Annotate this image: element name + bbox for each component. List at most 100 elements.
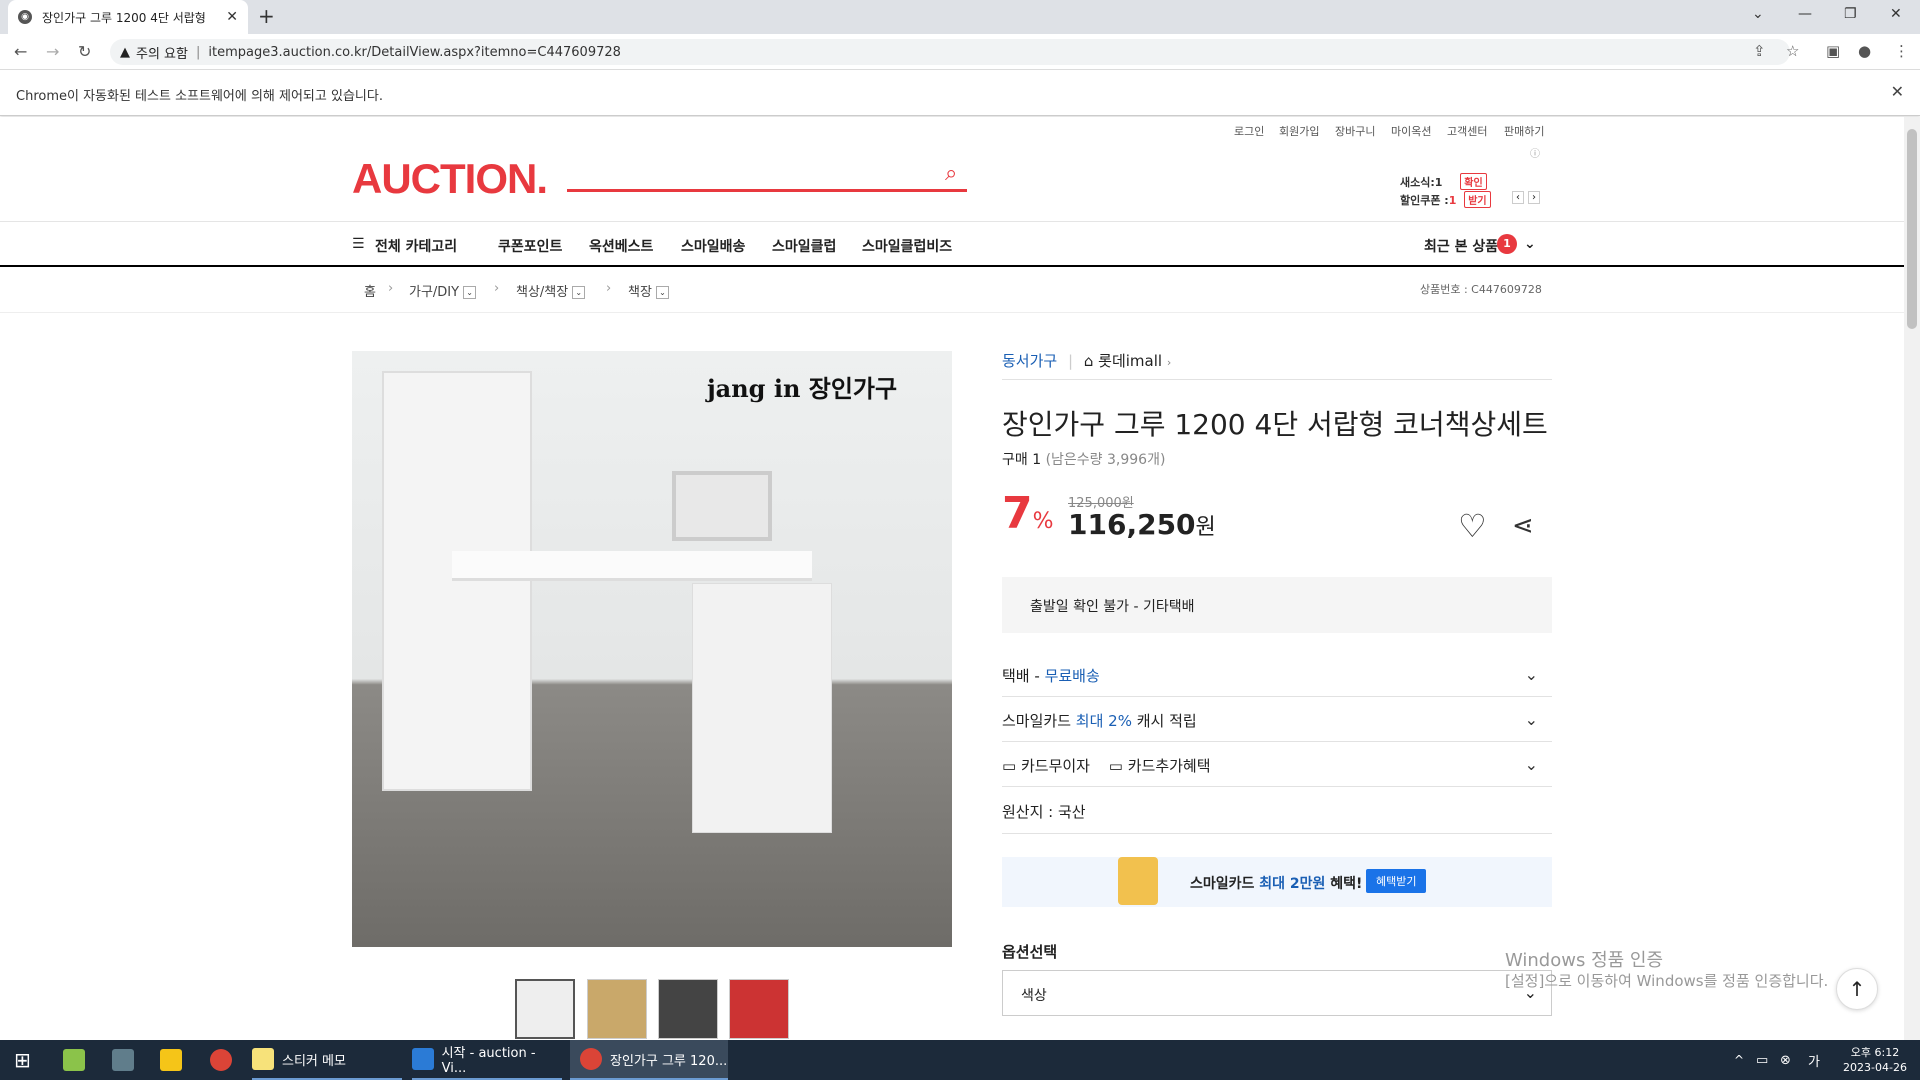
infobar-close-icon[interactable]: ✕: [1891, 82, 1904, 101]
breadcrumb-bookcase-label: 책장: [628, 285, 652, 300]
alarm-check-button[interactable]: 확인: [1460, 173, 1487, 190]
card-prefix: 스마일카드: [1002, 712, 1076, 730]
nav-smile-club-biz[interactable]: 스마일클럽비즈: [862, 236, 952, 256]
page-scrollbar[interactable]: [1904, 117, 1920, 1040]
scroll-to-top-button[interactable]: ↑: [1836, 968, 1878, 1010]
minimize-icon[interactable]: —: [1798, 6, 1812, 22]
browser-tab-bar: ◉ 장인가구 그루 1200 4단 서랍형 ✕ + ⌄ — ❐ ✕: [0, 0, 1920, 34]
globe-icon: ◉: [18, 10, 32, 24]
coupon-prev-icon[interactable]: ‹: [1512, 191, 1524, 204]
smile-card-banner[interactable]: 스마일카드 최대 2만원 혜택! 혜택받기: [1002, 857, 1552, 907]
delivery-row[interactable]: 택배 - 무료배송 ⌄: [1002, 665, 1552, 686]
benefit-button[interactable]: 혜택받기: [1366, 869, 1427, 893]
side-panel-icon[interactable]: ▣: [1826, 42, 1840, 60]
restore-icon[interactable]: ❐: [1844, 6, 1857, 22]
breadcrumb-bookcase[interactable]: 책장 ⌄: [628, 281, 669, 300]
thumbnail-2[interactable]: [587, 979, 647, 1039]
laptop-shape: [672, 471, 772, 541]
card-benefit-icon: ▭: [1108, 757, 1123, 775]
chrome-icon: [580, 1048, 602, 1070]
nav-smile-delivery[interactable]: 스마일배송: [681, 236, 745, 256]
taskbar-chrome-window[interactable]: 장인가구 그루 120...: [570, 1040, 728, 1080]
util-cart[interactable]: 장바구니: [1335, 123, 1375, 139]
auction-logo[interactable]: AUCTION.: [352, 155, 548, 203]
bookmark-star-icon[interactable]: ☆: [1786, 42, 1799, 60]
util-customer-center[interactable]: 고객센터: [1447, 123, 1487, 139]
search-icon[interactable]: ⌕: [945, 161, 957, 186]
profile-icon[interactable]: ●: [1858, 42, 1871, 60]
back-icon[interactable]: ←: [14, 42, 27, 61]
discount-rate: 7: [1002, 488, 1033, 539]
windows-start-icon[interactable]: ⊞: [14, 1040, 31, 1080]
scrollbar-thumb[interactable]: [1907, 129, 1917, 329]
taskbar-sticky-notes[interactable]: 스티커 메모: [252, 1040, 402, 1080]
browser-tab[interactable]: ◉ 장인가구 그루 1200 4단 서랍형 ✕: [8, 0, 248, 34]
card-benefit-row[interactable]: ▭ 카드무이자 ▭ 카드추가혜택 ⌄: [1002, 755, 1552, 776]
thumbnail-1[interactable]: [515, 979, 575, 1039]
dropdown-icon[interactable]: ⌄: [463, 286, 477, 299]
discount-unit: %: [1032, 509, 1054, 534]
coupon-next-icon[interactable]: ›: [1528, 191, 1540, 204]
ime-icon[interactable]: 가: [1808, 1040, 1820, 1080]
nav-smile-club[interactable]: 스마일클럽: [772, 236, 836, 256]
network-icon[interactable]: ▭: [1756, 1040, 1768, 1080]
chevron-down-icon[interactable]: ⌄: [1525, 710, 1538, 729]
recent-items-button[interactable]: 최근 본 상품: [1424, 236, 1498, 256]
breadcrumb-home[interactable]: 홈: [364, 281, 376, 300]
coupon-get-button[interactable]: 받기: [1464, 191, 1491, 208]
tab-list-icon[interactable]: ⌄: [1752, 6, 1764, 22]
heart-icon[interactable]: ♡: [1458, 507, 1487, 545]
clock-time: 오후 6:12: [1850, 1046, 1900, 1059]
photo-app-icon[interactable]: [112, 1040, 134, 1080]
product-main-image[interactable]: jang in 장인가구: [352, 351, 952, 947]
thumbnail-4[interactable]: [729, 979, 789, 1039]
windows-watermark-title: Windows 정품 인증: [1505, 950, 1664, 971]
nav-auction-best[interactable]: 옥션베스트: [589, 236, 653, 256]
clock[interactable]: 오후 6:12 2023-04-26: [1840, 1040, 1910, 1080]
info-icon[interactable]: ⓘ: [1530, 145, 1540, 160]
chevron-down-icon[interactable]: ⌄: [1525, 665, 1538, 684]
store-link[interactable]: 롯데imall: [1098, 352, 1162, 370]
share-icon[interactable]: ⇪: [1753, 42, 1766, 60]
omnibox[interactable]: ▲ 주의 요함 | itempage3.auction.co.kr/Detail…: [110, 39, 1790, 65]
nav-coupon-point[interactable]: 쿠폰포인트: [498, 236, 562, 256]
breadcrumb-desk[interactable]: 책상/책장 ⌄: [516, 281, 586, 300]
coupon-area: 할인쿠폰 :1 받기: [1400, 191, 1491, 208]
share-icon[interactable]: ⋖: [1512, 511, 1534, 541]
file-explorer-icon[interactable]: [160, 1040, 182, 1080]
tray-chevron-icon[interactable]: ^: [1734, 1040, 1744, 1080]
banner-highlight: 최대 2만원: [1259, 876, 1326, 892]
util-my-auction[interactable]: 마이옥션: [1391, 123, 1431, 139]
tab-close-icon[interactable]: ✕: [226, 9, 238, 25]
window-close-icon[interactable]: ✕: [1890, 6, 1902, 22]
url-text[interactable]: itempage3.auction.co.kr/DetailView.aspx?…: [208, 45, 621, 60]
dropdown-icon[interactable]: ⌄: [655, 286, 669, 299]
reload-icon[interactable]: ↻: [78, 42, 91, 61]
volume-icon[interactable]: ⊗: [1780, 1040, 1791, 1080]
new-tab-icon[interactable]: +: [258, 4, 275, 28]
menu-kebab-icon[interactable]: ⋮: [1894, 42, 1909, 60]
breadcrumb-furniture[interactable]: 가구/DIY ⌄: [409, 281, 477, 300]
divider: [1002, 833, 1552, 834]
thumbnail-3[interactable]: [658, 979, 718, 1039]
all-category-button[interactable]: 전체 카테고리: [375, 236, 457, 256]
chrome-app-icon[interactable]: [210, 1040, 232, 1080]
chevron-down-icon[interactable]: ⌄: [1525, 755, 1538, 774]
maps-app-icon[interactable]: [63, 1040, 85, 1080]
alarm-count: 1: [1434, 176, 1443, 189]
taskbar-vscode[interactable]: 시작 - auction - Vi...: [412, 1040, 562, 1080]
search-input[interactable]: [567, 189, 967, 192]
util-sell[interactable]: 판매하기: [1504, 123, 1544, 139]
dropdown-icon[interactable]: ⌄: [572, 286, 586, 299]
chevron-right-icon[interactable]: ›: [1167, 356, 1171, 369]
forward-icon[interactable]: →: [46, 42, 59, 61]
breadcrumb-sep-icon: ›: [494, 281, 500, 296]
hamburger-icon[interactable]: ☰: [352, 236, 365, 252]
card-cashback-row[interactable]: 스마일카드 최대 2% 캐시 적립 ⌄: [1002, 710, 1552, 731]
chevron-down-icon[interactable]: ⌄: [1524, 236, 1536, 252]
seller-link[interactable]: 동서가구: [1002, 352, 1057, 370]
purchase-count: 구매 1: [1002, 452, 1042, 468]
color-option-select[interactable]: 색상 ⌄: [1002, 970, 1552, 1016]
util-login[interactable]: 로그인: [1234, 123, 1264, 139]
util-signup[interactable]: 회원가입: [1279, 123, 1319, 139]
